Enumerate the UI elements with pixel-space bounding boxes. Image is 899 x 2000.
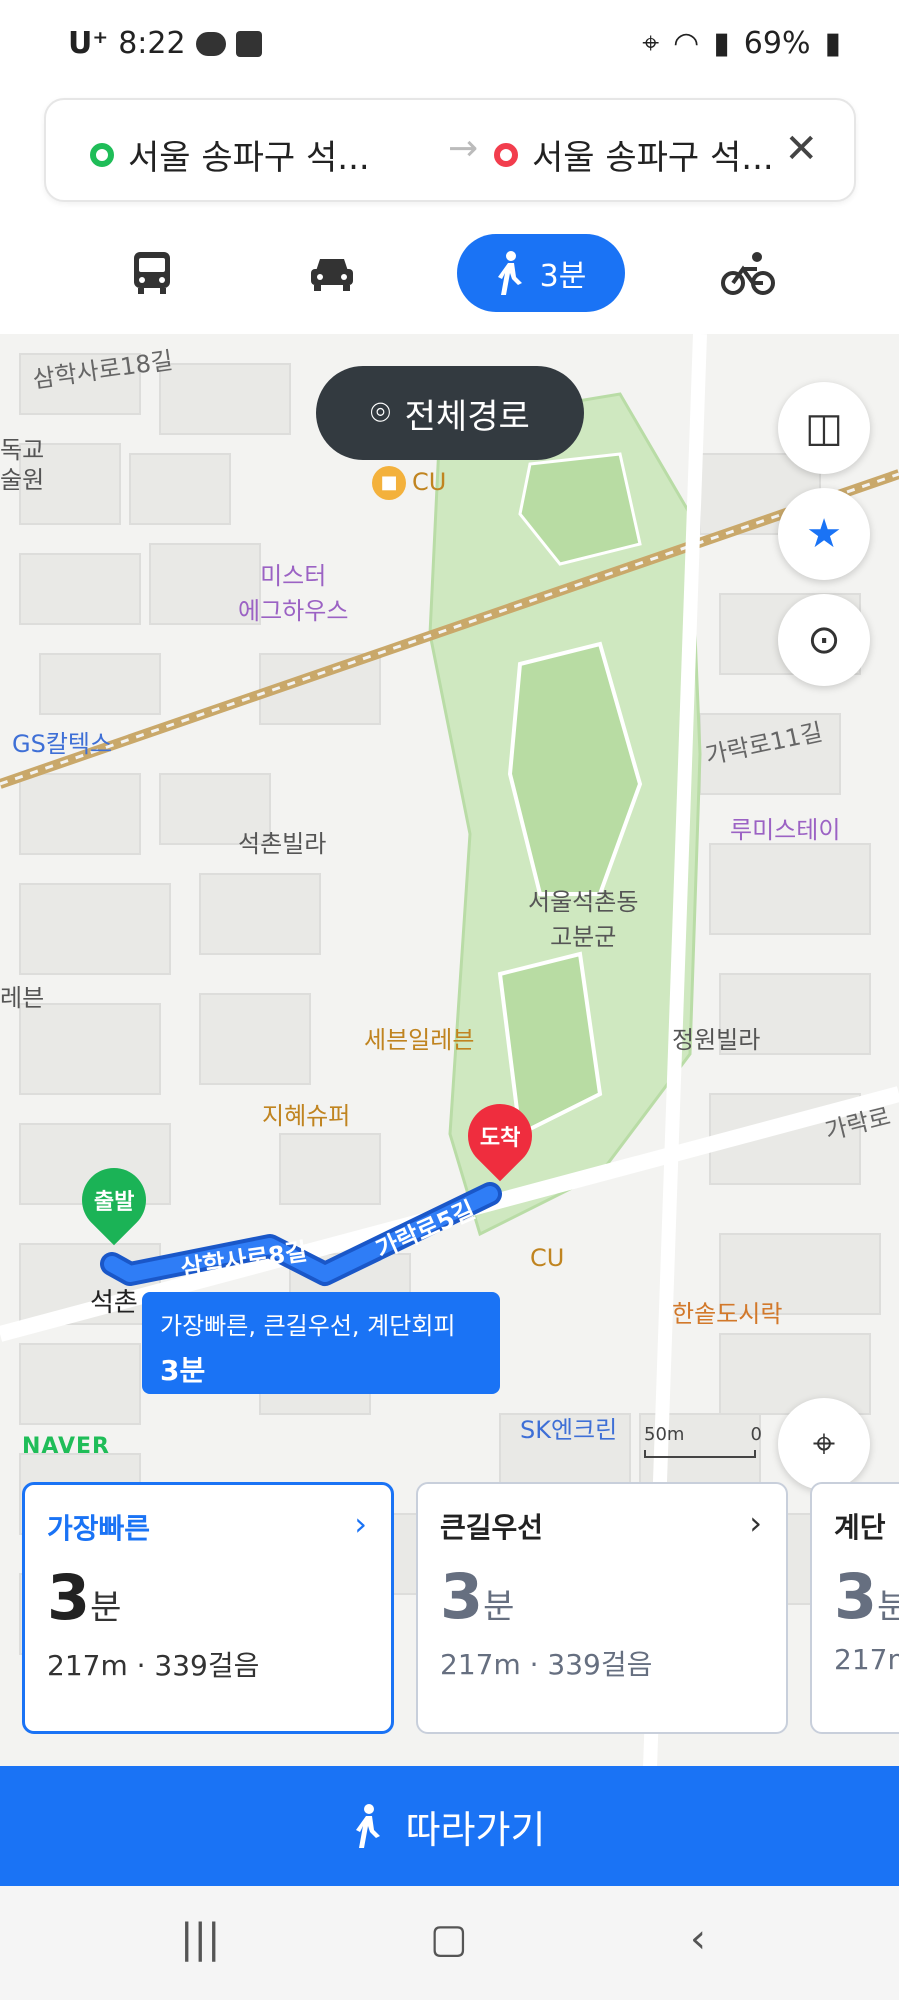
tab-car[interactable] [300,234,364,312]
route-search-box[interactable]: 서울 송파구 석... → 서울 송파구 석... ✕ [44,98,856,202]
car-icon [311,259,353,291]
poi-sk[interactable]: SK엔크린 [520,1410,617,1445]
layers-icon: ◫ [805,405,843,451]
card-distance: 217m · 339걸음 [47,1649,260,1682]
overview-route-label: 전체경로 [404,396,530,437]
poi-hansot[interactable]: 한솥도시락 [672,1294,782,1329]
card-title: 계단 [834,1511,886,1544]
poi-jeongwon-villa[interactable]: 정원빌라 [672,1020,760,1055]
card-distance: 217m · 339걸음 [440,1648,653,1681]
card-time-unit: 분 [877,1587,899,1627]
card-time-unit: 분 [90,1588,122,1628]
poi-seven-eleven[interactable]: 세븐일레븐 [364,1020,474,1055]
card-time-unit: 분 [483,1587,515,1627]
tab-bus[interactable] [120,234,184,312]
poi-seokchon-villa[interactable]: 석촌빌라 [238,824,326,859]
system-nav-bar: ||| ▢ ‹ [0,1886,899,2000]
battery-icon: ▮ [824,26,841,61]
naver-logo: NAVER [22,1434,110,1459]
talk-icon [195,31,226,56]
overview-route-button[interactable]: ⌾ 전체경로 [316,366,584,460]
poi-tomb[interactable]: 서울석촌동 고분군 [528,882,638,952]
tab-bike[interactable] [716,234,780,312]
home-icon[interactable]: ▢ [430,1916,468,1962]
destination-field[interactable]: 서울 송파구 석... [494,130,774,179]
favorite-button[interactable]: ★ [778,488,870,580]
route-card-fastest[interactable]: 가장빠른 › 3분 217m · 339걸음 [22,1482,394,1734]
bus-icon [134,252,170,294]
star-icon: ★ [806,511,842,557]
bike-icon [721,252,775,295]
my-location-button[interactable]: ⌖ [778,1398,870,1490]
transport-mode-tabs: 3분 [0,226,899,316]
route-card-stairs[interactable]: 계단 3분 217m [810,1482,899,1734]
recent-apps-icon[interactable]: ||| [180,1916,220,1962]
battery-label: 69% [743,26,811,61]
route-tooltip: 가장빠른, 큰길우선, 계단회피 3분 [142,1292,500,1394]
gallery-icon [235,30,262,57]
card-title: 가장빠른 [47,1512,151,1545]
back-icon[interactable]: ‹ [690,1916,706,1962]
scale-label: 50m [644,1424,685,1445]
poi-gs[interactable]: GS칼텍스 [12,724,112,759]
chevron-right-icon: › [354,1505,367,1543]
scale-zero: 0 [750,1424,762,1445]
poi-lumistay[interactable]: 루미스테이 [730,810,840,845]
walk-time-label: 3분 [539,259,587,294]
wifi-icon: ◠ [673,26,700,61]
scale-bar [644,1450,756,1458]
signal-icon: ▮ [713,26,730,61]
chevron-right-icon: › [749,1504,762,1542]
map-scale: 50m 0 [644,1424,762,1458]
origin-field[interactable]: 서울 송파구 석... [90,130,370,179]
card-title: 큰길우선 [440,1511,544,1544]
card-distance: 217m [834,1643,899,1676]
poi-cu[interactable]: CU [530,1244,564,1272]
route-cards: 가장빠른 › 3분 217m · 339걸음 큰길우선 › 3분 217m · … [0,1478,899,1740]
poi-label: 레븐 [0,984,45,1012]
poi-label: CU [412,468,447,496]
location-icon: ⌖ [642,26,660,61]
card-time-num: 3 [834,1560,878,1633]
route-card-main-road[interactable]: 큰길우선 › 3분 217m · 339걸음 [416,1482,788,1734]
crosshair-icon: ⌖ [812,1421,836,1467]
close-icon[interactable]: ✕ [784,126,818,172]
origin-label: 서울 송파구 석... [128,138,370,178]
poi-label: 술원 [0,466,45,494]
destination-label: 서울 송파구 석... [532,138,774,178]
card-time-num: 3 [47,1561,91,1634]
location-pin-icon: ⊙ [807,617,841,663]
clock: 8:22 [118,26,186,61]
follow-button[interactable]: 따라가기 [0,1766,899,1886]
route-options-label: 가장빠른, 큰길우선, 계단회피 [160,1312,456,1340]
carrier-label: U⁺ [68,26,109,61]
origin-dot-icon [90,142,114,167]
follow-label: 따라가기 [405,1807,546,1852]
layers-button[interactable]: ◫ [778,382,870,474]
start-pin-label: 출발 [93,1190,135,1216]
store-icon: ■ [372,466,406,500]
destination-dot-icon [494,142,518,167]
walk-icon [355,1804,380,1848]
end-pin-label: 도착 [479,1126,521,1152]
poi-seokchon[interactable]: 석촌 [90,1282,138,1319]
tab-walk[interactable]: 3분 [457,234,625,312]
location-pin-button[interactable]: ⊙ [778,594,870,686]
poi-cu[interactable]: ■ CU [372,466,446,500]
status-bar: U⁺ 8:22 ⌖ ◠ ▮ 69% ▮ [0,0,899,92]
poi-jihye[interactable]: 지혜슈퍼 [262,1096,350,1131]
walk-icon [497,251,522,295]
route-pin-icon: ⌾ [370,393,391,433]
card-time-num: 3 [440,1560,484,1633]
poi-mister-egghouse[interactable]: 미스터 에그하우스 [238,556,348,626]
arrow-right-icon: → [448,128,479,169]
route-time-label: 3분 [160,1354,206,1387]
